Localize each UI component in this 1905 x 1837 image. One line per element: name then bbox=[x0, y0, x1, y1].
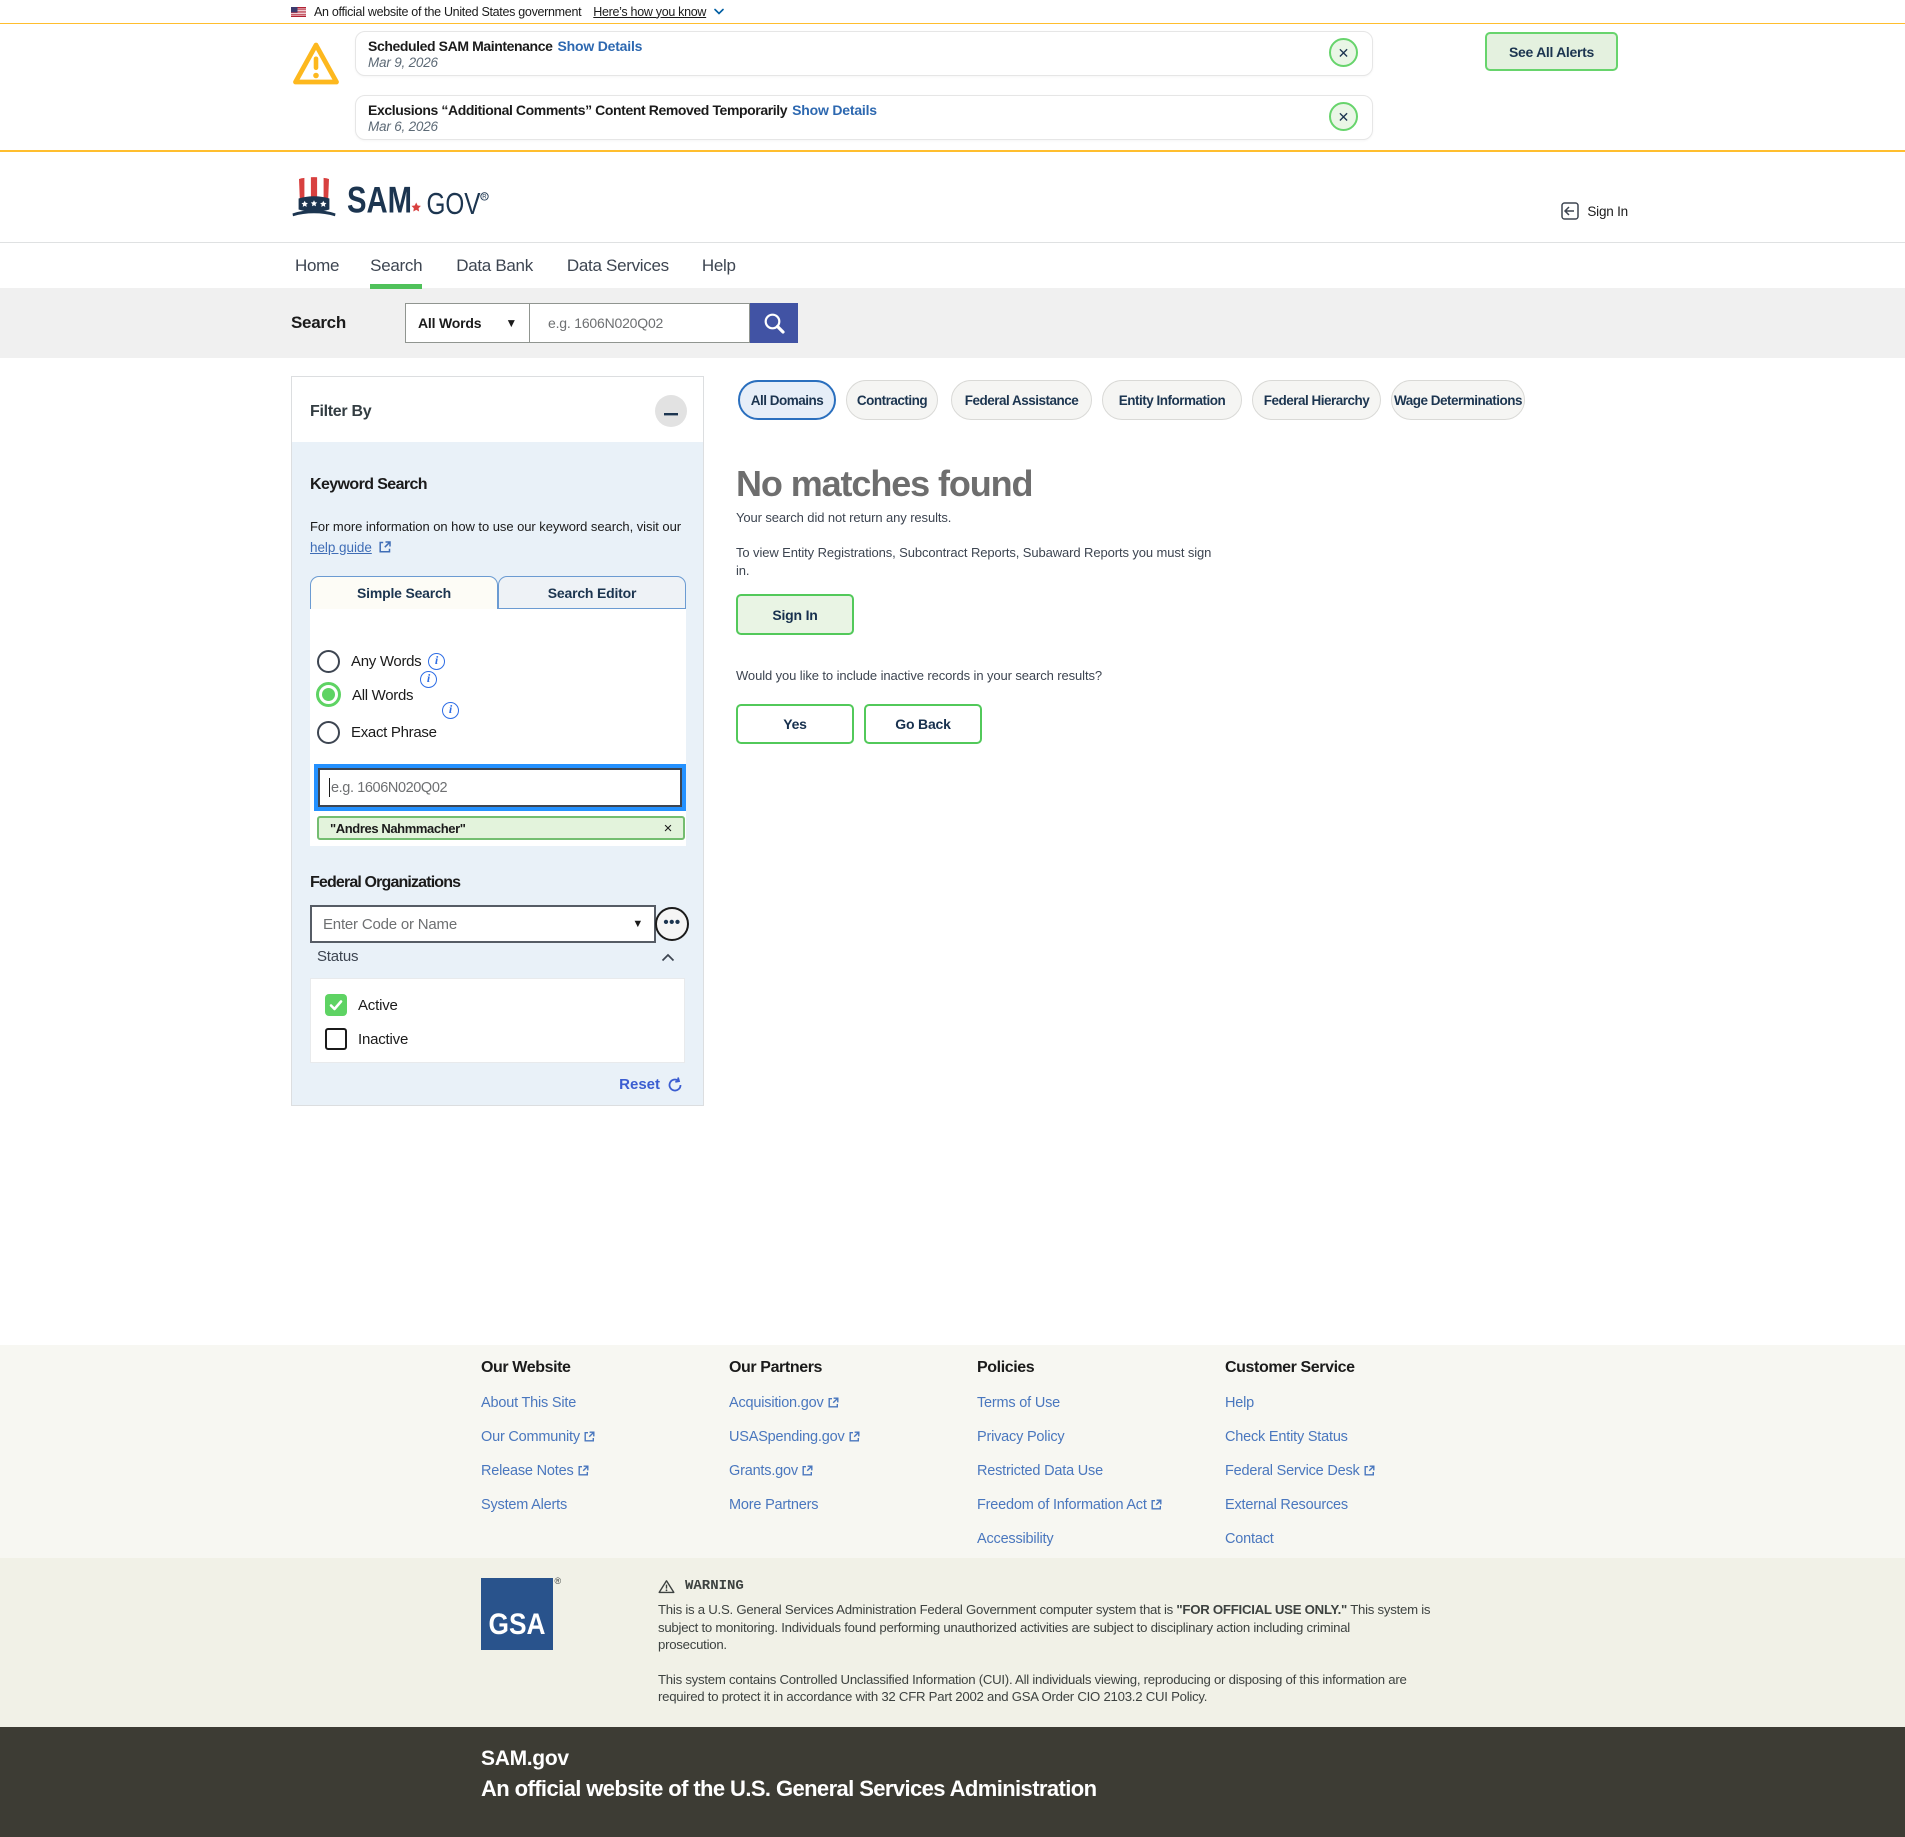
svg-text:R: R bbox=[482, 195, 487, 201]
svg-text:SAM: SAM bbox=[347, 180, 412, 221]
svg-text:®: ® bbox=[555, 1576, 562, 1586]
svg-text:GSA: GSA bbox=[489, 1608, 546, 1641]
svg-text:GOV: GOV bbox=[427, 186, 481, 220]
